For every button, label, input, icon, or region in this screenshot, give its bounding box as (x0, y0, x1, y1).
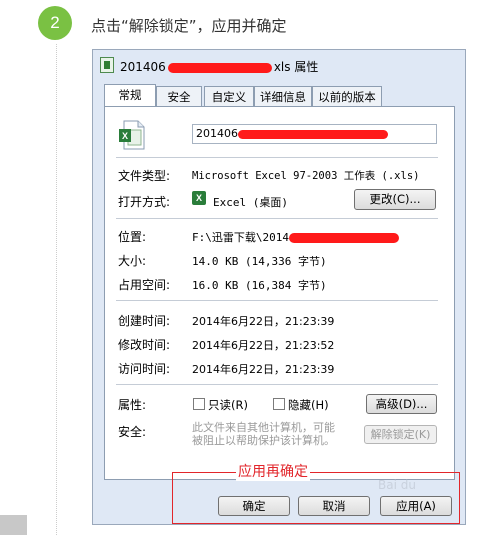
tab-details[interactable]: 详细信息 (254, 86, 312, 106)
step-timeline-line (56, 44, 57, 535)
location-label: 位置: (118, 230, 147, 244)
svg-text:X: X (122, 131, 128, 141)
excel-file-icon (100, 57, 114, 73)
size-value: 14.0 KB (14,336 字节) (192, 255, 327, 268)
separator (116, 218, 438, 219)
redaction-mark (238, 129, 388, 139)
tab-security[interactable]: 安全 (156, 86, 202, 106)
size-label: 大小: (118, 254, 147, 268)
location-path: F:\迅雷下载\2014 (192, 231, 289, 244)
security-label: 安全: (118, 425, 147, 439)
hidden-label[interactable]: 隐藏(H) (288, 397, 329, 413)
step-instruction: 点击“解除锁定”，应用并确定 (91, 17, 287, 35)
tab-previous-versions[interactable]: 以前的版本 (312, 86, 382, 106)
file-type-label: 文件类型: (118, 169, 171, 183)
security-message-line1: 此文件来自其他计算机，可能 (192, 421, 335, 434)
readonly-label[interactable]: 只读(R) (208, 397, 248, 413)
separator (116, 300, 438, 301)
unblock-button[interactable]: 解除锁定(K) (364, 425, 437, 444)
opens-with-label: 打开方式: (118, 195, 171, 209)
disk-size-label: 占用空间: (118, 278, 171, 292)
apply-button[interactable]: 应用(A) (380, 496, 452, 516)
excel-document-icon: X (119, 120, 145, 150)
separator (116, 157, 438, 158)
file-name-value: 201406 (196, 127, 238, 140)
cancel-button[interactable]: 取消 (298, 496, 370, 516)
modified-label: 修改时间: (118, 338, 171, 352)
accessed-label: 访问时间: (118, 362, 171, 376)
created-value: 2014年6月22日，21:23:39 (192, 315, 335, 328)
readonly-checkbox[interactable] (193, 398, 205, 410)
annotation-text: 应用再确定 (236, 461, 310, 481)
change-button[interactable]: 更改(C)... (354, 189, 436, 210)
security-message: 此文件来自其他计算机，可能 被阻止以帮助保护该计算机。 (192, 421, 335, 447)
hidden-checkbox[interactable] (273, 398, 285, 410)
step-number-badge: 2 (38, 6, 72, 40)
disk-size-value: 16.0 KB (16,384 字节) (192, 279, 327, 292)
security-message-line2: 被阻止以帮助保护该计算机。 (192, 434, 335, 447)
dialog-title: 201406 xls 属性 (120, 58, 318, 75)
file-type-value: Microsoft Excel 97-2003 工作表 (.xls) (192, 170, 420, 182)
created-label: 创建时间: (118, 314, 171, 328)
side-gray-tab[interactable] (0, 515, 27, 535)
file-name-field[interactable]: 201406 (192, 124, 437, 144)
tab-custom[interactable]: 自定义 (204, 86, 254, 106)
redaction-mark (288, 233, 399, 243)
advanced-button[interactable]: 高级(D)... (366, 394, 437, 414)
excel-app-icon: X (192, 191, 206, 205)
opens-with-value: Excel (桌面) (213, 196, 288, 209)
separator (116, 384, 438, 385)
modified-value: 2014年6月22日，21:23:52 (192, 339, 335, 352)
baidu-watermark: Bai du (378, 478, 416, 492)
attributes-label: 属性: (118, 398, 147, 412)
location-value: F:\迅雷下载\2014 (192, 229, 399, 245)
dialog-title-suffix: xls 属性 (273, 60, 319, 74)
tab-general[interactable]: 常规 (104, 84, 156, 108)
ok-button[interactable]: 确定 (218, 496, 290, 516)
redaction-mark (167, 62, 272, 73)
dialog-title-prefix: 201406 (120, 60, 166, 74)
accessed-value: 2014年6月22日，21:23:39 (192, 363, 335, 376)
